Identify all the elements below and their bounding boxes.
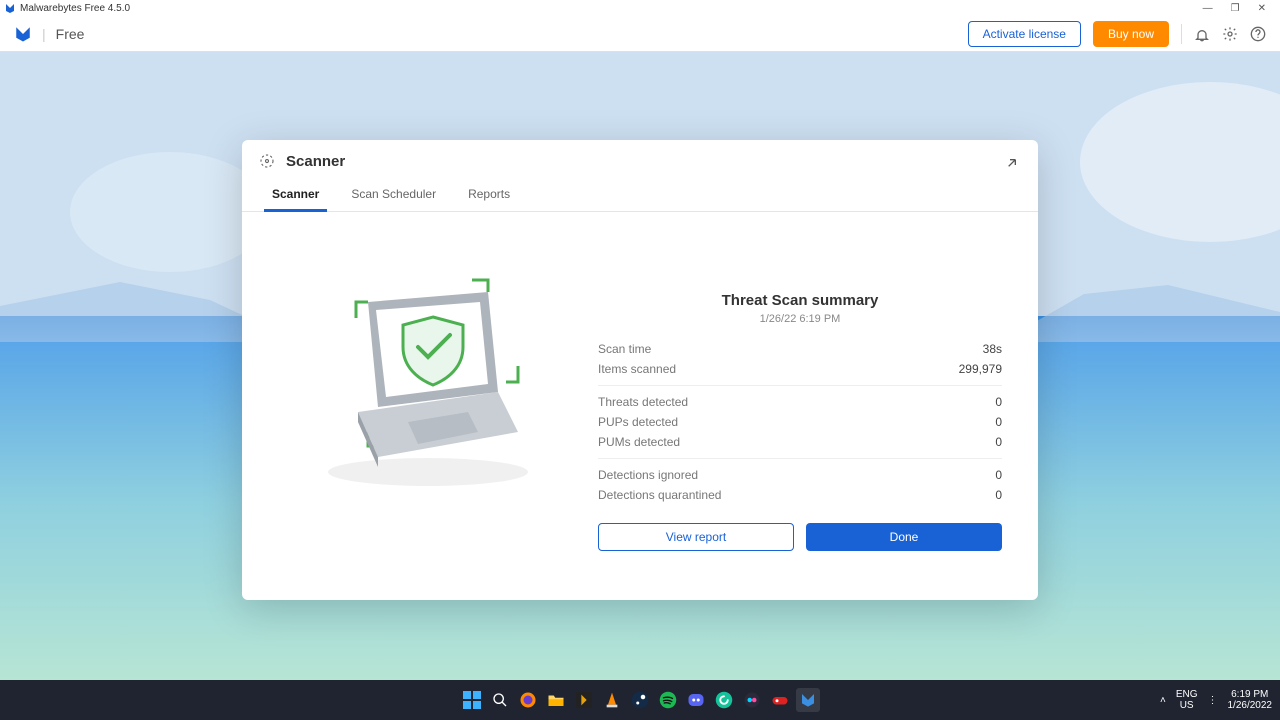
- wifi-icon[interactable]: ⋮: [1208, 695, 1218, 706]
- scan-summary: Threat Scan summary 1/26/22 6:19 PM Scan…: [598, 232, 1002, 551]
- close-button[interactable]: ✕: [1258, 3, 1266, 14]
- tab-scanner[interactable]: Scanner: [270, 179, 321, 211]
- summary-datetime: 1/26/22 6:19 PM: [598, 313, 1002, 325]
- spotify-icon[interactable]: [656, 688, 680, 712]
- steam-icon[interactable]: [628, 688, 652, 712]
- summary-row: Threats detected 0: [598, 392, 1002, 412]
- minimize-button[interactable]: —: [1203, 3, 1213, 14]
- malwarebytes-icon: [4, 2, 16, 14]
- row-label: PUMs detected: [598, 435, 680, 449]
- copilot-icon[interactable]: [740, 688, 764, 712]
- app-icon[interactable]: [768, 688, 792, 712]
- activate-license-button[interactable]: Activate license: [968, 21, 1081, 47]
- tray-chevron-icon[interactable]: ˄: [1160, 695, 1166, 706]
- divider: [598, 385, 1002, 386]
- row-value: 0: [995, 488, 1002, 502]
- summary-row: Items scanned 299,979: [598, 359, 1002, 379]
- row-value: 0: [995, 415, 1002, 429]
- cloud-decoration: [70, 152, 270, 272]
- row-value: 0: [995, 468, 1002, 482]
- scanner-icon: [258, 152, 276, 170]
- row-label: Detections ignored: [598, 468, 698, 482]
- summary-row: Detections ignored 0: [598, 465, 1002, 485]
- discord-icon[interactable]: [684, 688, 708, 712]
- done-button[interactable]: Done: [806, 523, 1002, 551]
- divider: [598, 458, 1002, 459]
- row-label: Threats detected: [598, 395, 688, 409]
- os-titlebar: Malwarebytes Free 4.5.0 — ❐ ✕: [0, 0, 1280, 16]
- plex-icon[interactable]: [572, 688, 596, 712]
- product-tier: Free: [56, 26, 85, 42]
- summary-title: Threat Scan summary: [598, 292, 1002, 309]
- vlc-icon[interactable]: [600, 688, 624, 712]
- notifications-icon[interactable]: [1194, 26, 1210, 42]
- clock[interactable]: 6:19 PM1/26/2022: [1228, 689, 1273, 711]
- desktop-background: Scanner Scanner Scan Scheduler Reports: [0, 52, 1280, 680]
- row-value: 38s: [983, 342, 1002, 356]
- help-icon[interactable]: [1250, 26, 1266, 42]
- tabs: Scanner Scan Scheduler Reports: [242, 179, 1038, 212]
- row-label: Detections quarantined: [598, 488, 721, 502]
- divider: [1181, 24, 1182, 44]
- taskbar[interactable]: ˄ ENGUS ⋮ 6:19 PM1/26/2022: [0, 680, 1280, 720]
- start-icon[interactable]: [460, 688, 484, 712]
- file-explorer-icon[interactable]: [544, 688, 568, 712]
- maximize-button[interactable]: ❐: [1231, 3, 1240, 14]
- row-value: 299,979: [959, 362, 1002, 376]
- malwarebytes-taskbar-icon[interactable]: [796, 688, 820, 712]
- view-report-button[interactable]: View report: [598, 523, 794, 551]
- malwarebytes-logo-icon: [14, 25, 32, 43]
- scan-illustration: [278, 232, 578, 532]
- summary-row: Scan time 38s: [598, 339, 1002, 359]
- scanner-panel: Scanner Scanner Scan Scheduler Reports: [242, 140, 1038, 600]
- app-header: | Free Activate license Buy now: [0, 16, 1280, 52]
- grammarly-icon[interactable]: [712, 688, 736, 712]
- summary-row: PUPs detected 0: [598, 412, 1002, 432]
- taskbar-center: [460, 688, 820, 712]
- cloud-decoration: [1080, 82, 1280, 242]
- buy-now-button[interactable]: Buy now: [1093, 21, 1169, 47]
- row-label: PUPs detected: [598, 415, 678, 429]
- row-label: Items scanned: [598, 362, 676, 376]
- firefox-icon[interactable]: [516, 688, 540, 712]
- system-tray[interactable]: ˄ ENGUS ⋮ 6:19 PM1/26/2022: [1160, 689, 1272, 711]
- logo-separator: |: [42, 26, 46, 42]
- settings-icon[interactable]: [1222, 26, 1238, 42]
- row-value: 0: [995, 435, 1002, 449]
- row-value: 0: [995, 395, 1002, 409]
- language-indicator[interactable]: ENGUS: [1176, 689, 1198, 711]
- panel-title: Scanner: [286, 153, 345, 170]
- collapse-icon[interactable]: [1006, 153, 1022, 169]
- summary-row: PUMs detected 0: [598, 432, 1002, 452]
- tab-scan-scheduler[interactable]: Scan Scheduler: [349, 179, 438, 211]
- summary-row: Detections quarantined 0: [598, 485, 1002, 505]
- window-title: Malwarebytes Free 4.5.0: [20, 3, 130, 14]
- search-icon[interactable]: [488, 688, 512, 712]
- hill-decoration: [1000, 282, 1280, 342]
- row-label: Scan time: [598, 342, 651, 356]
- tab-reports[interactable]: Reports: [466, 179, 512, 211]
